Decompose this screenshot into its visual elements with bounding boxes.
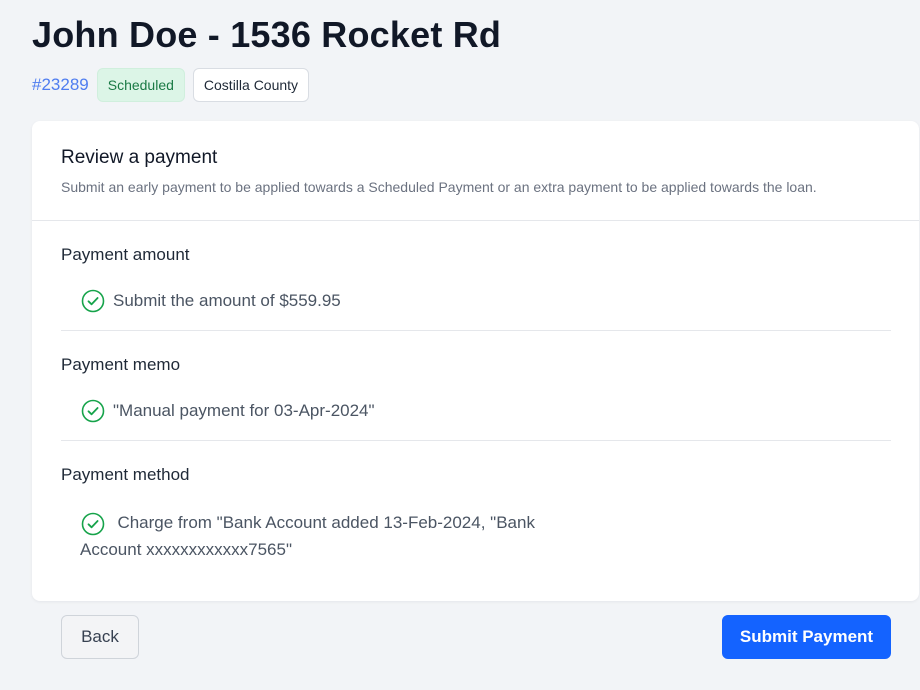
check-circle-icon bbox=[81, 289, 105, 313]
record-id-link[interactable]: #23289 bbox=[32, 75, 89, 95]
county-badge: Costilla County bbox=[192, 68, 310, 102]
check-circle-icon bbox=[81, 512, 105, 536]
payment-memo-value: "Manual payment for 03-Apr-2024" bbox=[113, 401, 375, 420]
payment-method-row: Charge from "Bank Account added 13-Feb-2… bbox=[80, 509, 580, 563]
payment-method-section: Payment method Charge from "Bank Account… bbox=[61, 441, 891, 559]
payment-amount-value: Submit the amount of $559.95 bbox=[113, 291, 341, 310]
card-title: Review a payment bbox=[61, 147, 218, 168]
payment-amount-row: Submit the amount of $559.95 bbox=[81, 289, 341, 313]
payment-memo-label: Payment memo bbox=[61, 355, 181, 374]
payment-amount-section: Payment amount Submit the amount of $559… bbox=[61, 221, 891, 331]
back-button[interactable]: Back bbox=[61, 615, 139, 659]
card-header: Review a payment Submit an early payment… bbox=[32, 121, 919, 221]
payment-method-value: Charge from "Bank Account added 13-Feb-2… bbox=[80, 513, 535, 559]
payment-memo-row: "Manual payment for 03-Apr-2024" bbox=[81, 399, 375, 423]
status-badge: Scheduled bbox=[96, 68, 185, 102]
check-circle-icon bbox=[81, 399, 105, 423]
submit-payment-button[interactable]: Submit Payment bbox=[722, 615, 891, 659]
review-payment-card: Review a payment Submit an early payment… bbox=[32, 121, 919, 601]
record-meta: #23289 Scheduled Costilla County bbox=[32, 68, 310, 102]
page-title: John Doe - 1536 Rocket Rd bbox=[32, 14, 502, 55]
payment-amount-label: Payment amount bbox=[61, 245, 190, 264]
payment-method-label: Payment method bbox=[61, 465, 190, 484]
payment-memo-section: Payment memo "Manual payment for 03-Apr-… bbox=[61, 331, 891, 441]
card-description: Submit an early payment to be applied to… bbox=[61, 179, 817, 195]
